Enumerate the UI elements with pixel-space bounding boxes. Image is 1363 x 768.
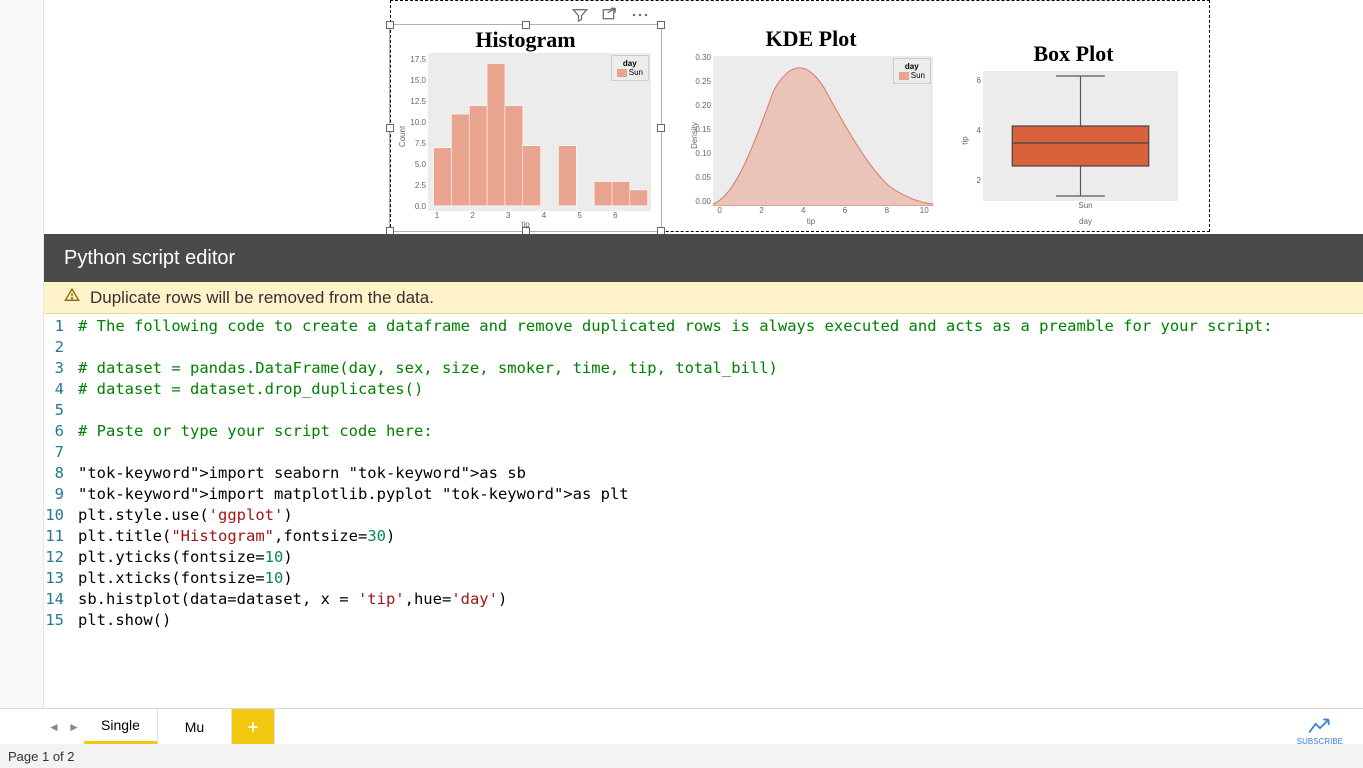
editor-header: Python script editor xyxy=(44,234,1363,282)
tab-mu[interactable]: Mu xyxy=(158,709,232,745)
visual-container[interactable]: Histogram xyxy=(390,0,1210,232)
page-tab-bar: ◄ ► Single Mu xyxy=(0,708,1363,744)
page-indicator: Page 1 of 2 xyxy=(8,749,75,764)
editor-title: Python script editor xyxy=(64,247,235,270)
kde-legend: day Sun xyxy=(893,58,931,84)
left-rail xyxy=(0,0,44,740)
visual-toolbar xyxy=(571,6,649,29)
tab-prev-button[interactable]: ◄ xyxy=(44,712,64,742)
kde-title: KDE Plot xyxy=(681,26,941,52)
boxplot-visual[interactable]: Box Plot 6 4 2 tip xyxy=(961,41,1186,226)
more-options-icon[interactable] xyxy=(631,6,649,29)
report-canvas[interactable]: Histogram xyxy=(44,0,1363,234)
warning-icon xyxy=(64,287,80,308)
tab-add-button[interactable] xyxy=(232,709,275,745)
line-number-gutter: 123456789101112131415 xyxy=(44,314,70,631)
boxplot-title: Box Plot xyxy=(961,41,1186,67)
histogram-legend: day Sun xyxy=(611,55,649,81)
filter-icon[interactable] xyxy=(571,6,589,29)
tab-single[interactable]: Single xyxy=(84,709,158,745)
warning-text: Duplicate rows will be removed from the … xyxy=(90,288,434,308)
kde-visual[interactable]: KDE Plot day Sun 0.00 0.05 0.10 0.15 xyxy=(681,26,941,226)
code-editor[interactable]: 123456789101112131415 # The following co… xyxy=(44,314,1363,708)
tab-next-button[interactable]: ► xyxy=(64,712,84,742)
histogram-title: Histogram xyxy=(390,27,661,53)
histogram-visual[interactable]: Histogram xyxy=(389,24,662,232)
status-bar: Page 1 of 2 xyxy=(0,744,1363,768)
warning-bar: Duplicate rows will be removed from the … xyxy=(44,282,1363,314)
subscribe-badge[interactable]: SUBSCRIBE xyxy=(1297,717,1343,746)
code-lines[interactable]: # The following code to create a datafra… xyxy=(78,316,1363,631)
focus-mode-icon[interactable] xyxy=(601,6,619,29)
